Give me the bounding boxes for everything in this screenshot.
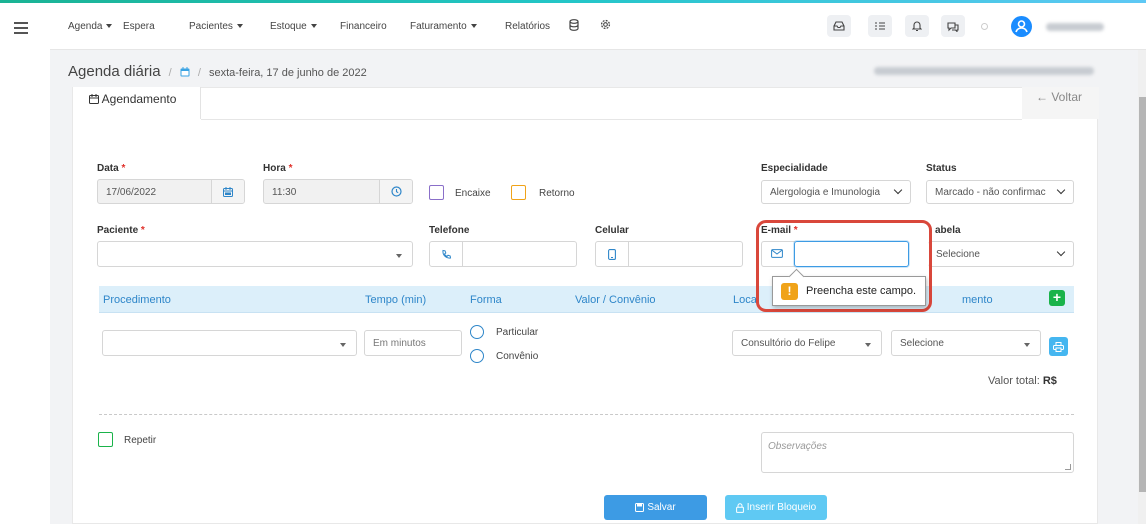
add-procedure-button[interactable]: + <box>1049 290 1065 306</box>
retorno-checkbox[interactable] <box>511 185 526 200</box>
total-value: Valor total: R$ <box>988 375 1057 387</box>
nav-estoque[interactable]: Estoque <box>270 21 317 32</box>
breadcrumb-date: sexta-feira, 17 de junho de 2022 <box>208 67 367 79</box>
left-sidebar <box>0 3 50 524</box>
appointment-card: Agendamento ← Voltar Data * 17/06/2022 H… <box>72 87 1099 524</box>
floppy-icon <box>635 503 645 512</box>
nav-relatorios[interactable]: Relatórios <box>505 21 550 32</box>
checklist-icon[interactable] <box>868 15 892 37</box>
phone-input[interactable] <box>429 241 577 267</box>
chevron-down-icon <box>893 185 903 195</box>
caret-down-icon <box>470 24 477 29</box>
gear-icon[interactable] <box>600 19 611 33</box>
time-input[interactable]: 11:30 <box>263 179 413 204</box>
chevron-down-icon <box>1056 185 1066 195</box>
back-button[interactable]: ← Voltar <box>1022 87 1099 119</box>
insert-block-button[interactable]: Inserir Bloqueio <box>725 495 827 520</box>
status-label: Status <box>926 163 957 174</box>
scrollbar-thumb[interactable] <box>1139 97 1146 492</box>
nav-pacientes[interactable]: Pacientes <box>189 21 243 32</box>
caret-down-icon <box>106 24 113 29</box>
date-label: Data * <box>97 163 126 174</box>
database-icon[interactable] <box>569 19 579 34</box>
caret-down-icon <box>310 24 317 29</box>
top-navbar: Agenda Espera Pacientes Estoque Financei… <box>50 3 1146 50</box>
location-select[interactable]: Consultório do Felipe <box>732 330 882 356</box>
cellphone-label: Celular <box>595 225 629 236</box>
breadcrumb: Agenda diária / / sexta-feira, 17 de jun… <box>68 63 367 80</box>
mobile-icon <box>596 242 629 266</box>
particular-radio[interactable] <box>470 325 484 339</box>
phone-icon <box>430 242 463 266</box>
nav-espera[interactable]: Espera <box>123 21 155 32</box>
calendar-icon <box>89 94 99 104</box>
inbox-icon[interactable] <box>827 15 851 37</box>
attendance-select[interactable]: Selecione <box>891 330 1041 356</box>
nav-agenda[interactable]: Agenda <box>68 21 113 32</box>
notes-textarea[interactable]: Observações <box>761 432 1074 473</box>
date-input[interactable]: 17/06/2022 <box>97 179 245 204</box>
price-table-label: abela <box>935 225 961 236</box>
unit-name-redacted <box>874 67 1094 75</box>
encaixe-checkbox[interactable] <box>429 185 444 200</box>
validation-tooltip: ! Preencha este campo. <box>772 276 926 306</box>
nav-financeiro[interactable]: Financeiro <box>340 21 387 32</box>
caret-down-icon <box>340 343 346 347</box>
calendar-icon <box>180 67 190 80</box>
page-title: Agenda diária <box>68 63 161 80</box>
user-name-redacted <box>1046 23 1104 31</box>
chat-icon[interactable] <box>941 15 965 37</box>
nav-faturamento[interactable]: Faturamento <box>410 21 477 32</box>
status-dot-icon <box>981 23 988 30</box>
price-table-select[interactable]: Selecione <box>928 241 1074 267</box>
repeat-checkbox[interactable] <box>98 432 113 447</box>
caret-down-icon <box>396 254 402 258</box>
patient-label: Paciente * <box>97 225 145 236</box>
specialty-label: Especialidade <box>761 163 828 174</box>
bell-icon[interactable] <box>905 15 929 37</box>
convenio-radio[interactable] <box>470 349 484 363</box>
chevron-down-icon <box>1056 247 1066 257</box>
divider <box>99 414 1074 415</box>
cellphone-input[interactable] <box>595 241 743 267</box>
printer-icon <box>1053 341 1064 352</box>
tab-agendamento[interactable]: Agendamento <box>73 87 201 119</box>
lock-icon <box>735 502 744 513</box>
time-label: Hora * <box>263 163 293 174</box>
user-icon[interactable] <box>1011 16 1032 37</box>
procedure-select[interactable] <box>102 330 357 356</box>
save-button[interactable]: Salvar <box>604 495 707 520</box>
duration-input[interactable]: Em minutos <box>364 330 462 356</box>
status-select[interactable]: Marcado - não confirmac <box>926 180 1074 204</box>
phone-label: Telefone <box>429 225 470 236</box>
caret-down-icon <box>865 343 871 347</box>
caret-down-icon <box>1024 343 1030 347</box>
menu-icon[interactable] <box>14 22 28 34</box>
clock-icon[interactable] <box>379 180 412 203</box>
print-button[interactable] <box>1049 337 1068 356</box>
specialty-select[interactable]: Alergologia e Imunologia <box>761 180 911 204</box>
warning-icon: ! <box>781 282 798 300</box>
resize-grip-icon[interactable] <box>1065 464 1071 470</box>
caret-down-icon <box>236 24 243 29</box>
patient-select[interactable] <box>97 241 413 267</box>
calendar-icon[interactable] <box>211 180 244 203</box>
